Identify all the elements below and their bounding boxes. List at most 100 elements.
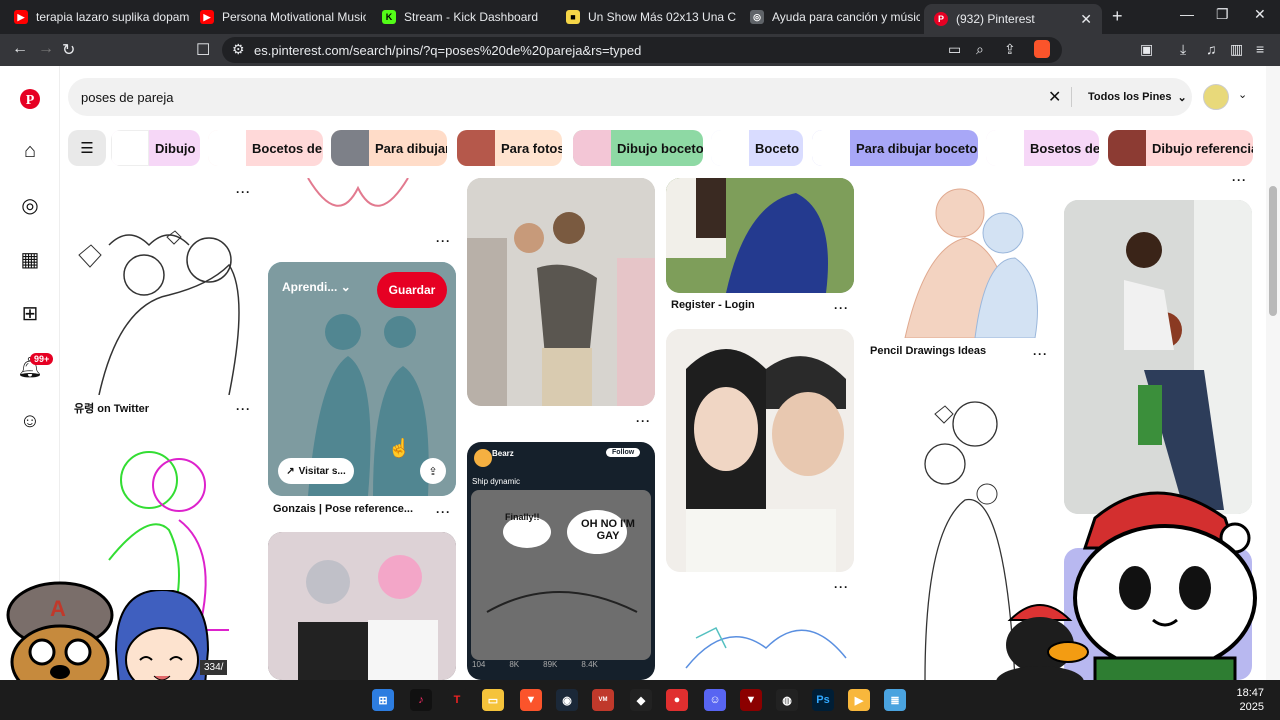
pin-more-icon[interactable]: ···	[1232, 173, 1247, 187]
discord-icon[interactable]: ☺	[704, 689, 726, 711]
board-icon[interactable]: ▦	[18, 247, 42, 271]
browser-tab[interactable]: ◎ Ayuda para canción y música	[740, 4, 920, 30]
maximize-icon[interactable]: ❐	[1216, 6, 1229, 23]
board-name: Aprendi...	[282, 280, 338, 294]
avatar[interactable]	[1203, 84, 1229, 110]
bookmark-icon[interactable]: ☐	[196, 40, 210, 60]
pin-image[interactable]	[1064, 200, 1252, 514]
filters-button[interactable]: ☰	[68, 130, 106, 166]
pin-image[interactable]	[268, 532, 456, 680]
pin-more-icon[interactable]: ···	[236, 402, 251, 416]
brave-shield-icon[interactable]	[1034, 40, 1050, 58]
pin-title[interactable]: Gonzais | Pose reference...	[273, 503, 413, 515]
text-app-icon[interactable]: T	[446, 689, 468, 711]
chip-boceto[interactable]: Boceto	[711, 130, 803, 166]
download-icon[interactable]: ⤓	[1180, 41, 1186, 58]
pin-more-icon[interactable]: ···	[1033, 347, 1048, 361]
create-icon[interactable]: ⊞	[18, 301, 42, 325]
notepad-icon[interactable]: ≣	[884, 689, 906, 711]
tab-title: Un Show Más 02x13 Una Canció	[588, 10, 736, 24]
board-selector[interactable]: Aprendi... ⌄	[282, 280, 351, 294]
zoom-icon[interactable]: ⌕	[976, 41, 984, 58]
scrollbar-thumb[interactable]	[1269, 186, 1277, 316]
pin-image[interactable]	[268, 178, 456, 226]
menu-icon[interactable]: ≡	[1256, 41, 1264, 57]
media-player-icon[interactable]: ▶	[848, 689, 870, 711]
messages-icon[interactable]: ☺	[18, 409, 42, 433]
pin-image[interactable]	[666, 178, 854, 293]
back-icon[interactable]: ←	[12, 40, 28, 58]
pin-more-icon[interactable]: ···	[436, 234, 451, 248]
visit-site-button[interactable]: ↗ Visitar s...	[278, 458, 354, 484]
steam-icon[interactable]: ◉	[556, 689, 578, 711]
pin-image[interactable]	[69, 215, 257, 395]
search-input[interactable]: poses de pareja	[81, 90, 174, 105]
chip-para-dibujar[interactable]: Para dibujar	[331, 130, 447, 166]
mannequin-sketch-image	[904, 188, 1038, 338]
account-chevron-icon[interactable]: ⌄	[1238, 88, 1247, 101]
chip-bocetos-de[interactable]: Bocetos de	[208, 130, 323, 166]
brave-icon[interactable]: ▼	[520, 689, 542, 711]
chip-dibujo[interactable]: Dibujo	[111, 130, 200, 166]
obs-icon[interactable]: ◍	[776, 689, 798, 711]
chip-dibujo-boceto[interactable]: Dibujo boceto	[573, 130, 703, 166]
browser-tab[interactable]: K Stream - Kick Dashboard	[372, 4, 552, 30]
system-clock[interactable]: 18:47 2025	[1214, 686, 1264, 714]
cast-icon[interactable]: ▭	[948, 41, 961, 58]
share-icon[interactable]: ⇪	[1004, 41, 1016, 58]
sidebar-icon[interactable]: ▥	[1230, 41, 1243, 58]
pin-more-icon[interactable]: ···	[834, 580, 849, 594]
tab-search-icon[interactable]: ▣	[1140, 41, 1153, 58]
browser-tab[interactable]: ▶ terapia lazaro suplika dopamina	[4, 4, 190, 30]
chip-bosetos-de[interactable]: Bosetos de	[986, 130, 1099, 166]
app-icon[interactable]: ◆	[630, 689, 652, 711]
pin-image[interactable]	[666, 608, 854, 680]
chip-dibujo-referencia[interactable]: Dibujo referencia	[1108, 130, 1253, 166]
save-button[interactable]: Guardar	[377, 272, 447, 308]
new-tab-icon[interactable]: +	[1112, 6, 1123, 27]
browser-tab[interactable]: ■ Un Show Más 02x13 Una Canció	[556, 4, 736, 30]
close-window-icon[interactable]: ✕	[1254, 6, 1266, 23]
tab-title: terapia lazaro suplika dopamina	[36, 10, 190, 24]
chevron-down-icon: ⌄	[340, 280, 351, 294]
media-icon[interactable]: ♫	[1206, 41, 1217, 57]
pin-more-icon[interactable]: ···	[636, 414, 651, 428]
pin-title[interactable]: Pencil Drawings Ideas	[870, 345, 986, 357]
tweet-stat: 89K	[543, 660, 558, 669]
share-icon[interactable]: ⇪	[420, 458, 446, 484]
minimize-icon[interactable]: —	[1180, 6, 1194, 22]
pin-title[interactable]: Register - Login	[671, 299, 755, 311]
address-bar[interactable]: es.pinterest.com/search/pins/?q=poses%20…	[222, 37, 1062, 63]
close-tab-icon[interactable]: ✕	[1080, 11, 1092, 28]
pinterest-logo-icon[interactable]: P	[18, 87, 42, 111]
tweet-stat: 104	[472, 660, 486, 669]
tiktok-icon[interactable]: ♪	[410, 689, 432, 711]
record-icon[interactable]: ●	[666, 689, 688, 711]
forward-icon[interactable]: →	[38, 40, 54, 58]
voicemeeter-icon[interactable]: VM	[592, 689, 614, 711]
chip-para-dibujar-bocetos[interactable]: Para dibujar bocetos	[812, 130, 978, 166]
pin-image[interactable]	[865, 178, 1053, 338]
reload-icon[interactable]: ↻	[62, 40, 75, 60]
pin-filter-dropdown[interactable]: Todos los Pines ⌄	[1088, 91, 1187, 104]
browser-tab-active[interactable]: P (932) Pinterest ✕	[924, 4, 1102, 34]
search-bar[interactable]: poses de pareja ✕ Todos los Pines ⌄	[68, 78, 1192, 116]
pin-image[interactable]	[467, 178, 655, 406]
photoshop-icon[interactable]: Ps	[812, 689, 834, 711]
site-info-icon[interactable]: ⚙	[232, 41, 245, 58]
chip-para-fotos[interactable]: Para fotos	[457, 130, 562, 166]
clear-search-icon[interactable]: ✕	[1048, 87, 1061, 107]
pin-more-icon[interactable]: ···	[834, 301, 849, 315]
explore-icon[interactable]: ◎	[18, 193, 42, 217]
pin-image[interactable]	[666, 329, 854, 572]
file-explorer-icon[interactable]: ▭	[482, 689, 504, 711]
pin-more-icon[interactable]: ···	[436, 505, 451, 519]
browser-tab[interactable]: ▶ Persona Motivational Music/	[190, 4, 366, 30]
divider	[1071, 87, 1072, 107]
pin-title[interactable]: 유령 on Twitter	[74, 400, 149, 416]
game-icon[interactable]: ▼	[740, 689, 762, 711]
start-icon[interactable]: ⊞	[372, 689, 394, 711]
home-icon[interactable]: ⌂	[18, 139, 42, 163]
sliders-icon: ☰	[80, 140, 94, 157]
pin-more-icon[interactable]: ···	[236, 185, 251, 199]
